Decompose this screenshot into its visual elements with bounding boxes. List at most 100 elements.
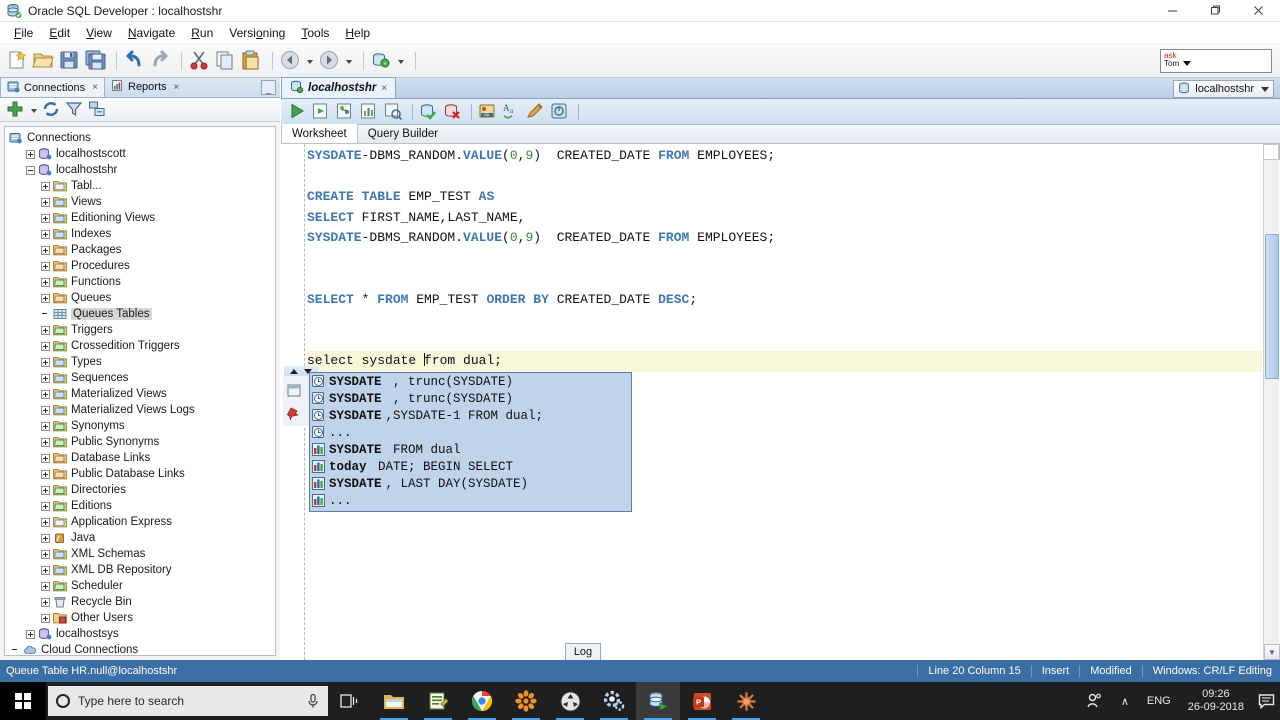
- autocomplete-item[interactable]: SYSDATE , trunc(SYSDATE): [310, 373, 631, 390]
- tree-row[interactable]: Types: [5, 354, 275, 370]
- oracle-sql-developer-icon[interactable]: [636, 682, 680, 720]
- tab-connections-close-icon[interactable]: ×: [92, 82, 98, 93]
- tree-row[interactable]: Other Users: [5, 610, 275, 626]
- menu-navigate[interactable]: Navigate: [120, 24, 183, 42]
- connections-tree[interactable]: Connections localhostscott localhostshr Tab…: [4, 126, 276, 656]
- tree-expander-toggle[interactable]: [41, 213, 50, 223]
- autocomplete-item[interactable]: SYSDATE, LAST DAY(SYSDATE): [310, 475, 631, 492]
- taskbar-search-input[interactable]: Type here to search: [48, 686, 328, 716]
- google-chrome-icon[interactable]: [460, 682, 504, 720]
- tree-row[interactable]: Editions: [5, 498, 275, 514]
- close-button[interactable]: [1237, 0, 1280, 22]
- code-line[interactable]: [307, 310, 1262, 331]
- tree-row[interactable]: Recycle Bin: [5, 594, 275, 610]
- tree-expander-toggle[interactable]: [41, 373, 50, 383]
- menu-tools[interactable]: Tools: [293, 24, 337, 42]
- tree-row[interactable]: Triggers: [5, 322, 275, 338]
- tree-row[interactable]: Scheduler: [5, 578, 275, 594]
- start-button[interactable]: [0, 682, 46, 720]
- status-insert-mode[interactable]: Insert: [1030, 665, 1080, 677]
- new-file-icon[interactable]: [6, 49, 30, 73]
- notification-icon[interactable]: [1252, 693, 1280, 710]
- code-line[interactable]: SYSDATE-DBMS_RANDOM.VALUE(0,9) CREATED_D…: [307, 146, 1262, 167]
- tree-row[interactable]: Directories: [5, 482, 275, 498]
- redo-icon[interactable]: [149, 49, 173, 73]
- tree-row[interactable]: Application Express: [5, 514, 275, 530]
- tree-row[interactable]: localhostshr: [5, 162, 275, 178]
- navigate-back-dropdown-caret-icon[interactable]: [305, 49, 316, 73]
- minimize-button[interactable]: [1151, 0, 1194, 22]
- language-indicator[interactable]: ENG: [1138, 682, 1180, 720]
- tree-row[interactable]: Packages: [5, 242, 275, 258]
- tab-connections[interactable]: Connections ×: [0, 77, 105, 97]
- connection-selector[interactable]: localhostshr: [1173, 80, 1274, 98]
- tree-expander-toggle[interactable]: [26, 629, 35, 639]
- open-folder-icon[interactable]: [32, 49, 56, 73]
- tree-expander-toggle[interactable]: [41, 517, 50, 527]
- autocomplete-item[interactable]: SYSDATE ,SYSDATE-1 FROM dual;: [310, 407, 631, 424]
- tree-expander-toggle[interactable]: [41, 197, 50, 207]
- run-script-icon[interactable]: [311, 101, 333, 123]
- tree-expander-toggle[interactable]: [41, 229, 50, 239]
- tree-row[interactable]: Synonyms: [5, 418, 275, 434]
- gimp-icon[interactable]: [504, 682, 548, 720]
- compile-icon[interactable]: SQL: [477, 101, 499, 123]
- tree-expander-toggle[interactable]: [41, 421, 50, 431]
- cut-icon[interactable]: [188, 49, 212, 73]
- paste-icon[interactable]: [240, 49, 264, 73]
- tree-expander-toggle[interactable]: [41, 357, 50, 367]
- tree-row[interactable]: Sequences: [5, 370, 275, 386]
- menu-file[interactable]: File: [6, 24, 41, 42]
- navigate-forward-dropdown-caret-icon[interactable]: [344, 49, 355, 73]
- tree-expander-toggle[interactable]: [41, 405, 50, 415]
- tree-row[interactable]: Functions: [5, 274, 275, 290]
- new-connection-plus-icon[interactable]: [6, 100, 26, 120]
- scrollbar-thumb[interactable]: [1265, 234, 1279, 379]
- splitter-up-arrow-icon[interactable]: [290, 368, 298, 374]
- collapse-all-icon[interactable]: [88, 100, 108, 120]
- new-connection-caret-icon[interactable]: [29, 98, 40, 122]
- media-player-icon[interactable]: [548, 682, 592, 720]
- tree-expander-toggle[interactable]: [41, 533, 50, 543]
- undo-icon[interactable]: [123, 49, 147, 73]
- autocomplete-item[interactable]: SYSDATE , trunc(SYSDATE): [310, 390, 631, 407]
- scroll-down-arrow-icon[interactable]: ▼: [1264, 644, 1280, 660]
- tree-row[interactable]: XML DB Repository: [5, 562, 275, 578]
- autocomplete-item[interactable]: ...: [310, 492, 631, 509]
- filter-icon[interactable]: [65, 100, 85, 120]
- new-connection-dropdown-caret-icon[interactable]: [396, 49, 407, 73]
- tree-expander-toggle[interactable]: [41, 565, 50, 575]
- powerpoint-icon[interactable]: P: [680, 682, 724, 720]
- sql-history-icon[interactable]: [383, 101, 405, 123]
- tree-row[interactable]: Public Database Links: [5, 466, 275, 482]
- tree-expander-toggle[interactable]: [26, 165, 35, 175]
- code-line[interactable]: [307, 249, 1262, 270]
- tree-expander-toggle[interactable]: [41, 469, 50, 479]
- code-line[interactable]: SYSDATE-DBMS_RANDOM.VALUE(0,9) CREATED_D…: [307, 228, 1262, 249]
- tree-expander-toggle[interactable]: [26, 149, 35, 159]
- people-icon[interactable]: [1076, 682, 1112, 720]
- tree-row[interactable]: Queues: [5, 290, 275, 306]
- copy-icon[interactable]: [214, 49, 238, 73]
- tree-row[interactable]: XML Schemas: [5, 546, 275, 562]
- inkscape-icon[interactable]: [724, 682, 768, 720]
- tree-row[interactable]: Cloud Connections: [5, 642, 275, 655]
- explain-plan-icon[interactable]: [335, 101, 357, 123]
- tab-reports-close-icon[interactable]: ×: [174, 82, 180, 93]
- maximize-button[interactable]: [1194, 0, 1237, 22]
- save-all-icon[interactable]: [84, 49, 108, 73]
- save-icon[interactable]: [58, 49, 82, 73]
- tree-expander-toggle[interactable]: [41, 453, 50, 463]
- tree-expander-toggle[interactable]: [41, 549, 50, 559]
- menu-run[interactable]: Run: [183, 24, 221, 42]
- sub-tab-worksheet[interactable]: Worksheet: [281, 124, 358, 143]
- tab-worksheet-close-icon[interactable]: ×: [381, 83, 387, 94]
- code-line[interactable]: SELECT * FROM EMP_TEST ORDER BY CREATED_…: [307, 290, 1262, 311]
- navigate-back-icon[interactable]: [279, 49, 303, 73]
- tree-row[interactable]: Public Synonyms: [5, 434, 275, 450]
- code-line[interactable]: [307, 331, 1262, 352]
- autotrace-icon[interactable]: [359, 101, 381, 123]
- tree-row[interactable]: Crossedition Triggers: [5, 338, 275, 354]
- rollback-icon[interactable]: [442, 101, 464, 123]
- navigate-forward-icon[interactable]: [318, 49, 342, 73]
